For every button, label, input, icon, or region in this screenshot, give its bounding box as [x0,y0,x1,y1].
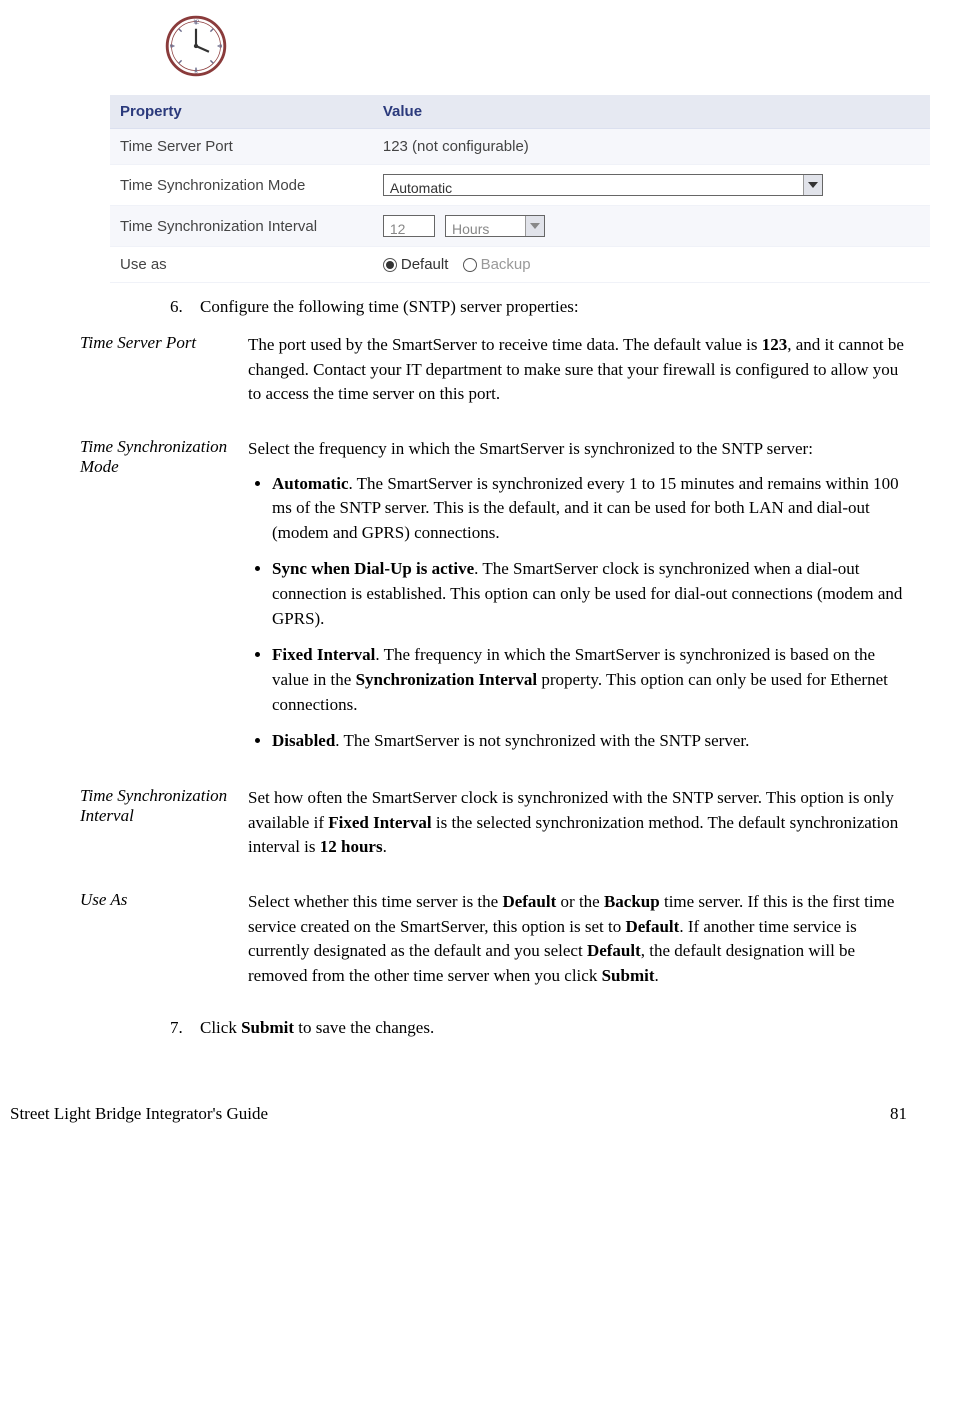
select-value: Hours [452,221,489,237]
svg-text:12: 12 [193,19,199,26]
def-sync-mode: Time Synchronization Mode Select the fre… [80,437,907,766]
chevron-down-icon [525,216,544,236]
prop-value: 123 (not configurable) [373,129,930,165]
chevron-down-icon [803,175,822,195]
svg-text:9: 9 [170,43,173,50]
prop-label: Use as [110,247,373,283]
prop-label: Time Synchronization Interval [110,206,373,247]
col-value: Value [373,95,930,129]
col-property: Property [110,95,373,129]
interval-unit-select[interactable]: Hours [445,215,545,237]
list-item: Disabled. The SmartServer is not synchro… [272,729,907,754]
clock-icon: 12 3 6 9 [160,10,907,87]
step-7: 7. Click Submit to save the changes. [170,1018,907,1038]
useas-backup-radio[interactable]: Backup [463,256,531,273]
useas-default-radio[interactable]: Default [383,256,453,273]
radio-icon [383,258,397,272]
prop-label: Time Server Port [110,129,373,165]
select-value: Automatic [390,180,452,196]
list-item: Automatic. The SmartServer is synchroniz… [272,472,907,546]
step-6: 6. Configure the following time (SNTP) s… [170,297,907,317]
page-footer: Street Light Bridge Integrator's Guide 8… [0,1090,967,1134]
list-item: Fixed Interval. The frequency in which t… [272,643,907,717]
def-time-server-port: Time Server Port The port used by the Sm… [80,333,907,417]
sntp-config-table: Property Value Time Server Port 123 (not… [110,95,930,283]
table-row: Time Synchronization Mode Automatic [110,165,930,206]
table-row: Use as Default Backup [110,247,930,283]
svg-text:3: 3 [219,43,222,50]
radio-icon [463,258,477,272]
sync-mode-select[interactable]: Automatic [383,174,823,196]
table-row: Time Synchronization Interval 12 Hours [110,206,930,247]
footer-page-number: 81 [890,1104,907,1124]
def-use-as: Use As Select whether this time server i… [80,890,907,999]
prop-label: Time Synchronization Mode [110,165,373,206]
table-row: Time Server Port 123 (not configurable) [110,129,930,165]
interval-value-input[interactable]: 12 [383,215,435,237]
def-sync-interval: Time Synchronization Interval Set how of… [80,786,907,870]
list-item: Sync when Dial-Up is active. The SmartSe… [272,557,907,631]
footer-title: Street Light Bridge Integrator's Guide [10,1104,268,1124]
